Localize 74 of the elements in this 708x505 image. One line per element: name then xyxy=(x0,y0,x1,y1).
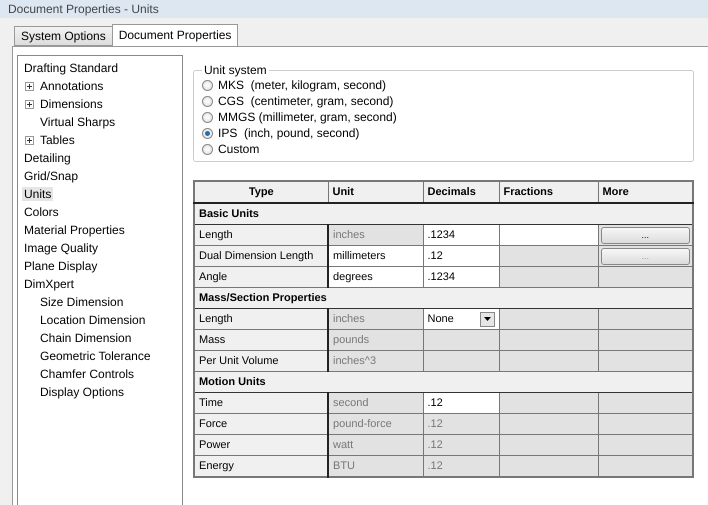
radio-label[interactable]: CGS (centimeter, gram, second) xyxy=(218,94,394,108)
table-cell: .12 xyxy=(423,434,499,456)
table-cell: .12 xyxy=(423,456,499,477)
table-cell: inches xyxy=(328,224,423,246)
table-cell: .12 xyxy=(423,414,499,434)
column-header: Type xyxy=(194,181,328,203)
table-cell: Force xyxy=(194,414,328,434)
tree-item[interactable]: Tables xyxy=(38,133,77,147)
tree-item[interactable]: Virtual Sharps xyxy=(38,115,118,129)
expand-icon[interactable] xyxy=(25,136,34,144)
radio-button[interactable] xyxy=(202,80,213,90)
tree-item[interactable]: Annotations xyxy=(38,79,106,93)
tree-item[interactable]: Detailing xyxy=(22,151,73,165)
table-cell: Length xyxy=(194,308,328,330)
tree-item[interactable]: Size Dimension xyxy=(38,295,126,309)
radio-button[interactable] xyxy=(202,112,213,122)
table-cell: millimeters xyxy=(328,246,423,266)
tree-item[interactable]: Geometric Tolerance xyxy=(38,349,152,363)
table-cell: watt xyxy=(328,434,423,456)
tree-item[interactable]: Chamfer Controls xyxy=(38,367,136,381)
table-cell: inches^3 xyxy=(328,350,423,372)
table-cell: second xyxy=(328,392,423,414)
radio-button[interactable] xyxy=(202,144,213,154)
group-title: Unit system xyxy=(203,63,268,77)
table-cell: Angle xyxy=(194,266,328,288)
input-field[interactable]: .1234 xyxy=(423,266,499,288)
window-title: Document Properties - Units xyxy=(0,0,708,18)
tree-item[interactable]: Colors xyxy=(22,205,61,219)
tree-item[interactable]: Grid/Snap xyxy=(22,169,80,183)
table-cell: Time xyxy=(194,392,328,414)
radio-button[interactable] xyxy=(202,128,213,138)
tree-item[interactable]: Drafting Standard xyxy=(22,61,120,75)
input-field[interactable]: .12 xyxy=(423,246,499,266)
expand-icon[interactable] xyxy=(25,82,34,90)
column-header: Unit xyxy=(328,181,423,203)
table-cell: Per Unit Volume xyxy=(194,350,328,372)
tab[interactable]: System Options xyxy=(14,26,113,46)
input-field[interactable]: .1234 xyxy=(423,224,499,246)
more-button[interactable]: ... xyxy=(600,226,690,244)
table-cell: Dual Dimension Length xyxy=(194,246,328,266)
tree-item[interactable]: Chain Dimension xyxy=(38,331,134,345)
tree-item[interactable]: Units xyxy=(22,187,54,201)
radio-label[interactable]: Custom xyxy=(218,142,260,156)
table-cell: pounds xyxy=(328,330,423,350)
table-cell: inches xyxy=(328,308,423,330)
column-header: More xyxy=(598,181,693,203)
table-cell: BTU xyxy=(328,456,423,477)
tree-item[interactable]: DimXpert xyxy=(22,277,76,291)
expand-icon[interactable] xyxy=(25,100,34,108)
radio-button[interactable] xyxy=(202,96,213,106)
tree-item[interactable]: Image Quality xyxy=(22,241,100,255)
table-cell: Power xyxy=(194,434,328,456)
tree-item[interactable]: Location Dimension xyxy=(38,313,148,327)
table-cell: pound-force xyxy=(328,414,423,434)
table-cell: Mass xyxy=(194,330,328,350)
input-field[interactable]: .12 xyxy=(423,392,499,414)
radio-label[interactable]: IPS (inch, pound, second) xyxy=(218,126,360,140)
tree-item[interactable]: Display Options xyxy=(38,385,126,399)
input-field[interactable] xyxy=(499,224,598,246)
tab[interactable]: Document Properties xyxy=(112,24,238,46)
decimals-dropdown[interactable]: None xyxy=(423,308,499,330)
radio-label[interactable]: MMGS (millimeter, gram, second) xyxy=(218,110,397,124)
tree-item[interactable]: Dimensions xyxy=(38,97,105,111)
section-header: Motion Units xyxy=(194,372,693,392)
section-header: Basic Units xyxy=(194,203,693,224)
table-cell: Length xyxy=(194,224,328,246)
tree-item[interactable]: Material Properties xyxy=(22,223,127,237)
column-header: Fractions xyxy=(499,181,598,203)
radio-label[interactable]: MKS (meter, kilogram, second) xyxy=(218,78,386,92)
section-header: Mass/Section Properties xyxy=(194,288,693,308)
column-header: Decimals xyxy=(423,181,499,203)
table-cell: degrees xyxy=(328,266,423,288)
table-cell: Energy xyxy=(194,456,328,477)
tree-item[interactable]: Plane Display xyxy=(22,259,100,273)
